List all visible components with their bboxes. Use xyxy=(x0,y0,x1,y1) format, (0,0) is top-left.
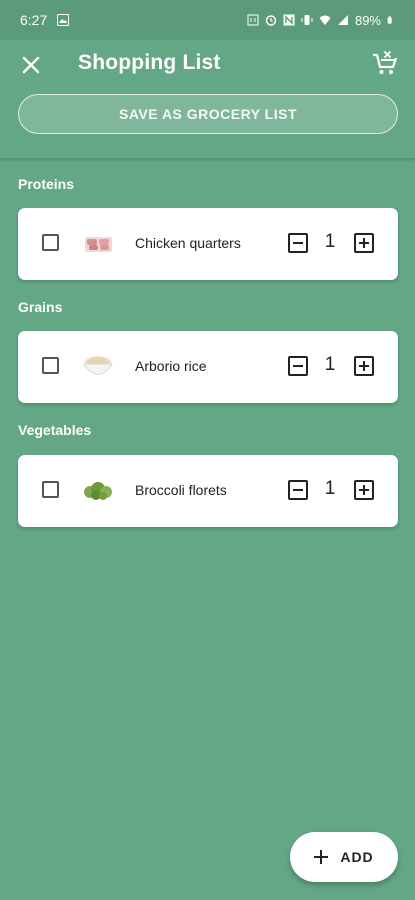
battery-percent: 89% xyxy=(354,12,381,28)
increase-quantity-button[interactable] xyxy=(354,480,374,500)
battery-icon xyxy=(387,16,392,24)
clear-cart-button[interactable] xyxy=(367,46,403,82)
list-item: Chicken quarters 1 xyxy=(18,208,398,280)
increase-quantity-button[interactable] xyxy=(354,356,374,376)
item-name: Chicken quarters xyxy=(135,235,241,251)
item-checkbox[interactable] xyxy=(42,481,59,498)
status-time: 6:27 xyxy=(20,12,48,28)
list-item: Arborio rice 1 xyxy=(18,331,398,403)
quantity-value: 1 xyxy=(324,478,336,499)
quantity-value: 1 xyxy=(324,354,336,375)
add-button-label: ADD xyxy=(340,849,374,865)
item-checkbox[interactable] xyxy=(42,357,59,374)
close-icon xyxy=(22,56,40,74)
chicken-image xyxy=(85,237,112,252)
section-title-grains: Grains xyxy=(18,299,63,315)
nfc-icon xyxy=(247,14,259,26)
wifi-icon xyxy=(319,15,331,25)
rice-image xyxy=(83,356,113,375)
list-item: Broccoli florets 1 xyxy=(18,455,398,527)
photo-icon xyxy=(57,14,70,26)
close-button[interactable] xyxy=(14,48,48,82)
status-bar: 6:27 89% xyxy=(0,0,415,40)
nfc-n-icon xyxy=(283,14,295,26)
broccoli-image xyxy=(84,482,112,500)
vibrate-icon xyxy=(301,15,313,25)
quantity-value: 1 xyxy=(324,231,336,252)
section-title-proteins: Proteins xyxy=(18,176,75,192)
save-as-grocery-list-button[interactable]: SAVE AS GROCERY LIST xyxy=(18,94,398,134)
page-title: Shopping List xyxy=(78,51,221,74)
plus-icon xyxy=(314,850,329,864)
signal-icon xyxy=(337,15,348,25)
decrease-quantity-button[interactable] xyxy=(288,356,308,376)
item-name: Arborio rice xyxy=(135,358,207,374)
increase-quantity-button[interactable] xyxy=(354,233,374,253)
section-title-vegetables: Vegetables xyxy=(18,422,92,438)
add-button[interactable]: ADD xyxy=(290,832,398,882)
decrease-quantity-button[interactable] xyxy=(288,233,308,253)
item-checkbox[interactable] xyxy=(42,234,59,251)
app-bar: Shopping List SAVE AS GROCERY LIST xyxy=(0,40,415,158)
item-name: Broccoli florets xyxy=(135,482,227,498)
decrease-quantity-button[interactable] xyxy=(288,480,308,500)
clear-cart-icon xyxy=(373,51,398,74)
alarm-icon xyxy=(265,15,277,26)
